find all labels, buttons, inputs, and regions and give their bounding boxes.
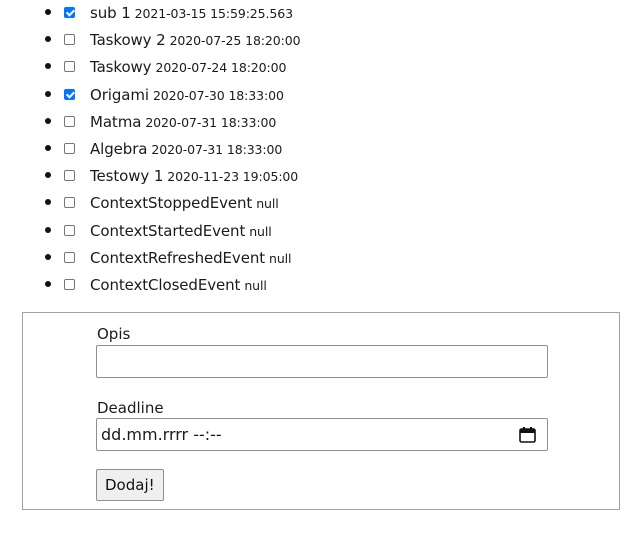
task-date: null [244,278,267,293]
task-date: 2020-07-31 18:33:00 [145,115,277,130]
bullet-icon [45,145,51,151]
description-input[interactable] [96,345,548,378]
deadline-input[interactable]: dd.mm.rrrr --:-- [96,418,548,451]
deadline-placeholder: dd.mm.rrrr --:-- [101,425,222,444]
task-label: Taskowy 2020-07-24 18:20:00 [90,57,286,78]
task-checkbox[interactable] [64,170,75,181]
task-checkbox[interactable] [64,34,75,45]
task-label: ContextClosedEvent null [90,275,267,296]
task-label: Taskowy 2 2020-07-25 18:20:00 [90,30,301,51]
task-name: ContextStartedEvent [90,222,246,240]
task-label: sub 1 2021-03-15 15:59:25.563 [90,3,293,24]
description-label: Opis [97,325,131,343]
bullet-icon [45,254,51,260]
task-label: Matma 2020-07-31 18:33:00 [90,112,276,133]
task-checkbox[interactable] [64,279,75,290]
task-label: ContextRefreshedEvent null [90,248,292,269]
task-name: Taskowy [90,58,152,76]
task-name: ContextClosedEvent [90,276,241,294]
bullet-icon [45,172,51,178]
task-date: 2020-11-23 19:05:00 [167,169,299,184]
task-name: ContextStoppedEvent [90,194,253,212]
task-name: Origami [90,86,149,104]
task-checkbox[interactable] [64,252,75,263]
add-task-form: Opis Deadline dd.mm.rrrr --:-- Dodaj! [22,312,620,510]
task-date: 2021-03-15 15:59:25.563 [134,6,293,21]
task-name: ContextRefreshedEvent [90,249,266,267]
task-checkbox[interactable] [64,116,75,127]
bullet-icon [45,227,51,233]
task-date: null [256,196,279,211]
bullet-icon [45,36,51,42]
bullet-icon [45,118,51,124]
task-label: ContextStoppedEvent null [90,193,279,214]
task-label: Testowy 1 2020-11-23 19:05:00 [90,166,298,187]
bullet-icon [45,9,51,15]
task-name: Algebra [90,140,148,158]
task-date: null [269,251,292,266]
submit-button[interactable]: Dodaj! [96,469,164,501]
task-date: 2020-07-25 18:20:00 [169,33,301,48]
task-date: 2020-07-24 18:20:00 [155,60,287,75]
calendar-icon[interactable] [519,427,536,443]
task-name: Testowy 1 [90,167,164,185]
task-checkbox[interactable] [64,143,75,154]
task-name: Matma [90,113,142,131]
task-name: sub 1 [90,4,131,22]
bullet-icon [45,199,51,205]
bullet-icon [45,91,51,97]
bullet-icon [45,63,51,69]
task-label: Algebra 2020-07-31 18:33:00 [90,139,282,160]
task-label: ContextStartedEvent null [90,221,272,242]
task-label: Origami 2020-07-30 18:33:00 [90,85,284,106]
bullet-icon [45,281,51,287]
task-checkbox[interactable] [64,61,75,72]
task-checkbox[interactable] [64,89,75,100]
deadline-label: Deadline [97,399,164,417]
task-checkbox[interactable] [64,197,75,208]
task-date: 2020-07-30 18:33:00 [152,88,284,103]
task-date: 2020-07-31 18:33:00 [151,142,283,157]
task-name: Taskowy 2 [90,31,166,49]
task-date: null [249,224,272,239]
task-checkbox[interactable] [64,7,75,18]
task-checkbox[interactable] [64,225,75,236]
